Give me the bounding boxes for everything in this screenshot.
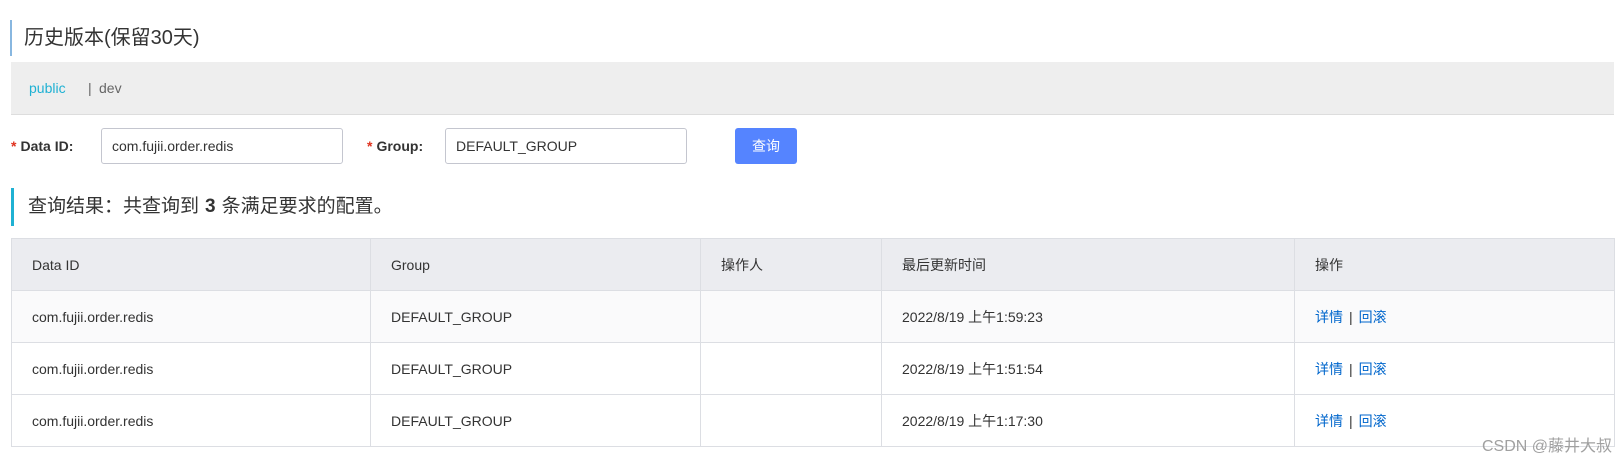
data-id-input[interactable]	[101, 128, 343, 164]
column-header-group: Group	[370, 238, 701, 291]
detail-link[interactable]: 详情	[1315, 413, 1343, 429]
cell-group: DEFAULT_GROUP	[370, 290, 701, 343]
group-input[interactable]	[445, 128, 687, 164]
result-count: 3	[205, 196, 216, 217]
table-header-row: Data ID Group 操作人 最后更新时间 操作	[11, 238, 1615, 291]
result-suffix: 条满足要求的配置。	[221, 196, 393, 217]
table-row: com.fujii.order.redis DEFAULT_GROUP 2022…	[11, 290, 1615, 343]
cell-updated: 2022/8/19 上午1:59:23	[881, 290, 1295, 343]
group-label: * Group:	[367, 128, 423, 164]
namespace-separator: |	[88, 80, 92, 96]
result-prefix: 查询结果：共查询到	[28, 196, 200, 217]
cell-updated: 2022/8/19 上午1:17:30	[881, 394, 1295, 447]
namespace-dev[interactable]: dev	[99, 62, 122, 114]
search-form: *Data ID: *Group: 查询	[11, 128, 1611, 164]
cell-updated: 2022/8/19 上午1:51:54	[881, 342, 1295, 395]
history-page: 历史版本(保留30天) public | dev *Data ID: *Grou…	[0, 0, 1624, 462]
history-table: Data ID Group 操作人 最后更新时间 操作 com.fujii.or…	[11, 238, 1615, 447]
action-separator: |	[1349, 308, 1353, 325]
cell-actions: 详情 | 回滚	[1294, 342, 1615, 395]
rollback-link[interactable]: 回滚	[1359, 413, 1387, 429]
rollback-link[interactable]: 回滚	[1359, 309, 1387, 325]
required-mark: *	[367, 138, 373, 154]
detail-link[interactable]: 详情	[1315, 309, 1343, 325]
cell-group: DEFAULT_GROUP	[370, 342, 701, 395]
action-separator: |	[1349, 412, 1353, 429]
column-header-data-id: Data ID	[11, 238, 371, 291]
table-row: com.fujii.order.redis DEFAULT_GROUP 2022…	[11, 342, 1615, 395]
cell-operator	[700, 290, 882, 343]
column-header-actions: 操作	[1294, 238, 1615, 291]
watermark: CSDN @藤井大叔	[1481, 438, 1612, 455]
data-id-label: * Data ID:	[11, 128, 73, 164]
page-title: 历史版本(保留30天)	[10, 20, 200, 56]
action-separator: |	[1349, 360, 1353, 377]
namespace-public[interactable]: public	[29, 62, 66, 114]
cell-group: DEFAULT_GROUP	[370, 394, 701, 447]
cell-data-id: com.fujii.order.redis	[11, 394, 371, 447]
required-mark: *	[11, 138, 17, 154]
cell-data-id: com.fujii.order.redis	[11, 342, 371, 395]
data-id-label-text: Data ID:	[20, 138, 74, 154]
namespace-bar: public | dev	[11, 62, 1614, 115]
column-header-operator: 操作人	[700, 238, 882, 291]
cell-data-id: com.fujii.order.redis	[11, 290, 371, 343]
result-summary: 查询结果：共查询到 3 条满足要求的配置。	[11, 188, 393, 226]
group-label-text: Group:	[376, 138, 424, 154]
table-row: com.fujii.order.redis DEFAULT_GROUP 2022…	[11, 394, 1615, 447]
cell-operator	[700, 394, 882, 447]
query-button[interactable]: 查询	[735, 128, 797, 164]
cell-operator	[700, 342, 882, 395]
rollback-link[interactable]: 回滚	[1359, 361, 1387, 377]
detail-link[interactable]: 详情	[1315, 361, 1343, 377]
cell-actions: 详情 | 回滚	[1294, 290, 1615, 343]
column-header-updated: 最后更新时间	[881, 238, 1295, 291]
